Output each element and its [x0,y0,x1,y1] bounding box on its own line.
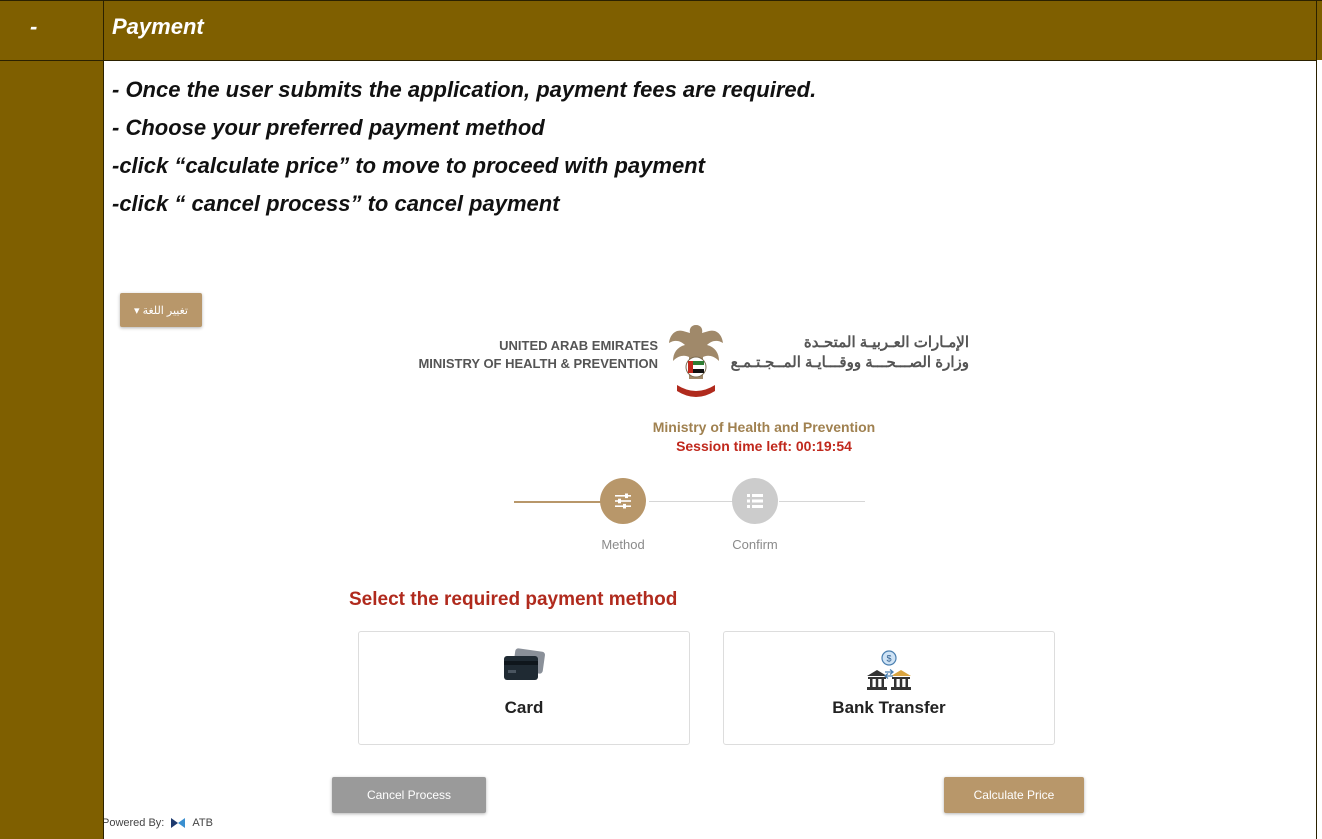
instruction-line: -click “calculate price” to move to proc… [112,153,705,178]
atb-logo-icon [171,818,186,828]
bank-transfer-icon: $ [867,650,911,690]
section-title: Payment [112,14,204,39]
select-payment-title: Select the required payment method [349,589,678,610]
table-border-top [0,0,1322,1]
powered-by-brand: ATB [192,817,213,829]
payment-option-label: Bank Transfer [832,698,946,717]
powered-by-text: Powered By: [104,817,165,829]
logo-ar-line2: وزارة الصـــحـــة ووقـــايـة المــجـتـمـ… [730,354,969,371]
session-timer: Session time left: 00:19:54 [676,438,852,454]
payment-option-bank-transfer[interactable]: $ Bank Transfer [723,631,1055,745]
stepper-line [779,501,865,502]
logo-ar-line1: الإمـارات العـربيـة المتحـدة [803,334,969,351]
step-label-confirm: Confirm [732,537,778,552]
credit-card-icon [504,648,545,680]
document-table: - Payment - Once the user submits the ap… [0,0,1322,839]
step-label-method: Method [601,537,645,552]
header-dash: - [30,14,38,39]
instructions-list: - Once the user submits the application,… [112,71,816,223]
sliders-icon [615,493,631,509]
payment-option-label: Card [504,698,544,717]
instruction-line: - Choose your preferred payment method [112,115,545,140]
table-border-right [1316,0,1317,839]
ministry-logo-arabic: الإمـارات العـربيـة المتحـدة وزارة الصــ… [729,333,969,373]
list-icon [747,494,763,508]
section-header-row: - Payment [0,0,1322,60]
content-cell: - Once the user submits the application,… [104,61,1316,839]
stepper-line [649,501,735,502]
ministry-name: Ministry of Health and Prevention [652,419,876,435]
logo-en-line1: UNITED ARAB EMIRATES [499,338,658,353]
instruction-line: - Once the user submits the application,… [112,77,817,102]
payment-option-card[interactable]: Card [358,631,690,745]
powered-by-footer: Powered By: ATB [104,817,213,829]
calculate-price-button[interactable]: Calculate Price [944,777,1084,813]
logo-en-line2: MINISTRY OF HEALTH & PREVENTION [418,356,658,371]
cancel-process-button[interactable]: Cancel Process [332,777,486,813]
instruction-line: -click “ cancel process” to cancel payme… [112,191,560,216]
uae-emblem-icon [669,325,723,397]
ministry-logo-english: UNITED ARAB EMIRATES MINISTRY OF HEALTH … [394,337,658,373]
step-method[interactable] [600,478,646,524]
change-language-button[interactable]: ▾ تغيير اللغة [120,293,202,327]
svg-text:$: $ [886,654,891,664]
left-column-cell [0,0,103,839]
step-confirm[interactable] [732,478,778,524]
